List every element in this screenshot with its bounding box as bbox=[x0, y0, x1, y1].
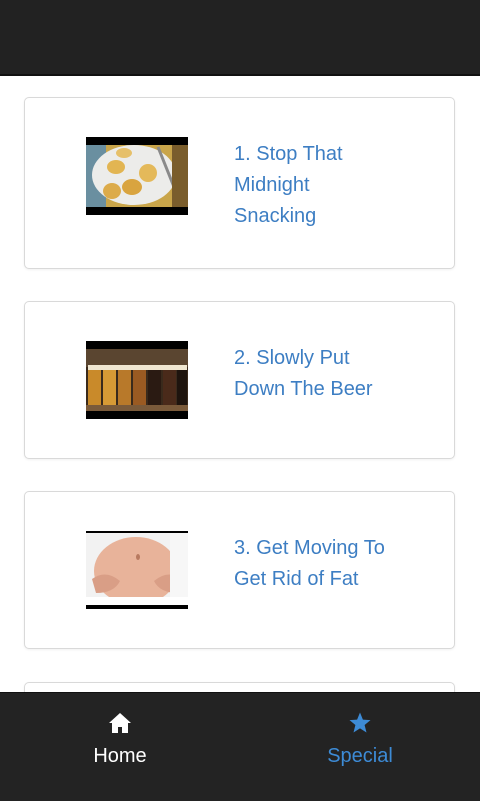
star-icon bbox=[240, 709, 480, 737]
list-item[interactable]: 1. Stop That Midnight Snacking bbox=[24, 97, 455, 269]
top-header-bar bbox=[0, 0, 480, 76]
home-icon bbox=[0, 709, 240, 737]
article-title-link[interactable]: 2. Slowly Put Down The Beer bbox=[234, 343, 434, 405]
article-title-link[interactable]: 1. Stop That Midnight Snacking bbox=[234, 139, 434, 232]
nav-special-label: Special bbox=[327, 745, 393, 767]
article-title-link[interactable]: 3. Get Moving To Get Rid of Fat bbox=[234, 533, 434, 595]
nav-special-button[interactable]: Special bbox=[240, 693, 480, 801]
list-item[interactable]: 3. Get Moving To Get Rid of Fat bbox=[24, 491, 455, 649]
belly-fat-thumbnail bbox=[86, 531, 188, 609]
midnight-snacks-thumbnail bbox=[86, 137, 188, 215]
nav-home-label: Home bbox=[93, 745, 147, 767]
list-item[interactable] bbox=[24, 682, 455, 692]
list-item[interactable]: 2. Slowly Put Down The Beer bbox=[24, 301, 455, 459]
beer-glasses-thumbnail bbox=[86, 341, 188, 419]
article-list: 1. Stop That Midnight Snacking 2. Slowly… bbox=[0, 76, 480, 692]
bottom-navigation-bar: Home Special bbox=[0, 692, 480, 801]
nav-home-button[interactable]: Home bbox=[0, 693, 240, 801]
